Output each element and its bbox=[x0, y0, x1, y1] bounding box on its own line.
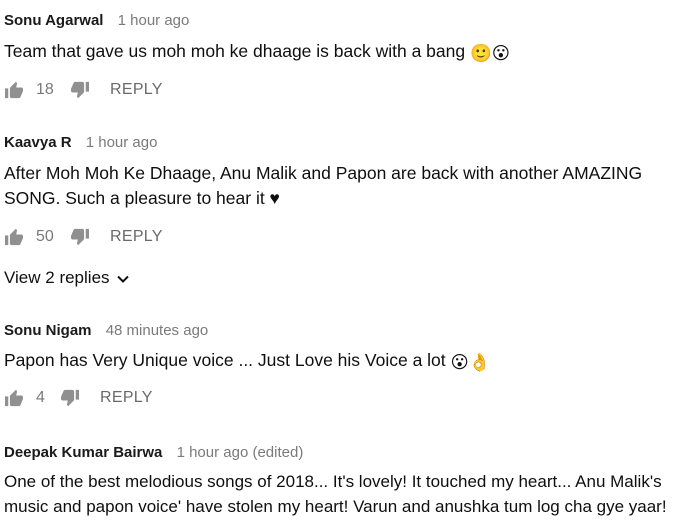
thumbs-up-icon[interactable] bbox=[4, 81, 24, 99]
comment-header: Deepak Kumar Bairwa 1 hour ago (edited) bbox=[4, 444, 303, 461]
comment-text: One of the best melodious songs of 2018.… bbox=[4, 469, 694, 519]
comment-actions: 18 REPLY bbox=[4, 80, 163, 100]
view-replies-label: View 2 replies bbox=[4, 268, 110, 287]
comment-author[interactable]: Sonu Nigam bbox=[4, 322, 92, 339]
like-count: 50 bbox=[36, 228, 54, 245]
comment-emoji: 😮👌 bbox=[450, 352, 491, 372]
thumbs-up-icon[interactable] bbox=[4, 228, 24, 246]
comment-timestamp[interactable]: 1 hour ago bbox=[86, 134, 158, 151]
comment-text-content: Team that gave us moh moh ke dhaage is b… bbox=[4, 41, 466, 61]
thumbs-down-icon[interactable] bbox=[60, 389, 80, 407]
comment-actions: 50 REPLY bbox=[4, 227, 163, 247]
comment-emoji: 🙂😮 bbox=[470, 43, 511, 63]
view-replies-button[interactable]: View 2 replies bbox=[4, 268, 130, 288]
reply-button[interactable]: REPLY bbox=[110, 228, 163, 246]
comment-text: Papon has Very Unique voice ... Just Lov… bbox=[4, 348, 694, 375]
comment-text-line: After Moh Moh Ke Dhaage, Anu Malik and P… bbox=[4, 163, 643, 183]
reply-button[interactable]: REPLY bbox=[110, 81, 163, 99]
comment-header: Sonu Agarwal 1 hour ago bbox=[4, 12, 189, 29]
thumbs-up-icon[interactable] bbox=[4, 389, 24, 407]
chevron-down-icon bbox=[116, 271, 130, 285]
comment-text: After Moh Moh Ke Dhaage, Anu Malik and P… bbox=[4, 161, 694, 211]
thumbs-down-icon[interactable] bbox=[70, 81, 90, 99]
comment-timestamp[interactable]: 1 hour ago (edited) bbox=[177, 444, 304, 461]
comment-author[interactable]: Deepak Kumar Bairwa bbox=[4, 444, 162, 461]
comment-author[interactable]: Kaavya R bbox=[4, 134, 72, 151]
comment-header: Kaavya R 1 hour ago bbox=[4, 134, 157, 151]
thumbs-down-icon[interactable] bbox=[70, 228, 90, 246]
comment-timestamp[interactable]: 1 hour ago bbox=[118, 12, 190, 29]
like-count: 4 bbox=[36, 389, 45, 406]
comment-actions: 4 REPLY bbox=[4, 388, 153, 408]
comment-text-line: music and papon voice' have stolen my he… bbox=[4, 497, 667, 516]
comment-text-line: SONG. Such a pleasure to hear it ♥ bbox=[4, 188, 280, 208]
like-count: 18 bbox=[36, 81, 54, 98]
comment-timestamp[interactable]: 48 minutes ago bbox=[106, 322, 209, 339]
comment-text-line: One of the best melodious songs of 2018.… bbox=[4, 472, 662, 491]
comment-header: Sonu Nigam 48 minutes ago bbox=[4, 322, 208, 339]
reply-button[interactable]: REPLY bbox=[100, 389, 153, 407]
comment-author[interactable]: Sonu Agarwal bbox=[4, 12, 103, 29]
comment-text: Team that gave us moh moh ke dhaage is b… bbox=[4, 39, 694, 66]
comment-text-content: Papon has Very Unique voice ... Just Lov… bbox=[4, 350, 446, 370]
